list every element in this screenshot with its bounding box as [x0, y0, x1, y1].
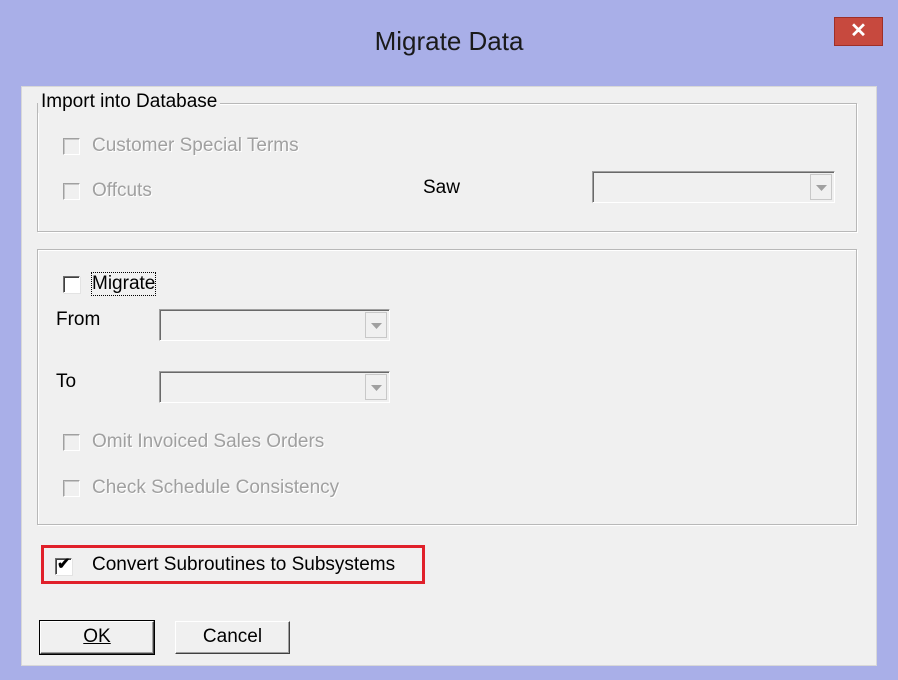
customer-special-terms-checkbox[interactable]: [63, 138, 80, 155]
to-label: To: [56, 371, 77, 392]
chevron-down-icon: [816, 185, 827, 191]
chevron-down-icon: [371, 385, 382, 391]
check-schedule-consistency-label: Check Schedule Consistency: [92, 477, 340, 498]
import-into-database-legend: Import into Database: [38, 91, 221, 113]
ok-button-label: OK: [83, 626, 111, 647]
customer-special-terms-label: Customer Special Terms: [92, 135, 299, 156]
omit-invoiced-sales-orders-checkbox[interactable]: [63, 434, 80, 451]
close-icon: ✕: [850, 20, 867, 42]
to-dropdown[interactable]: [159, 371, 390, 403]
import-into-database-group: [37, 103, 857, 232]
close-button[interactable]: ✕: [834, 17, 883, 46]
from-dropdown-arrow[interactable]: [365, 312, 387, 338]
migrate-checkbox[interactable]: [63, 276, 80, 293]
checkmark-icon: ✔: [57, 556, 71, 573]
title-bar[interactable]: Migrate Data ✕: [0, 0, 898, 86]
chevron-down-icon: [371, 323, 382, 329]
cancel-button-label: Cancel: [202, 626, 263, 647]
from-label: From: [56, 309, 101, 330]
dialog-client-area: Import into Database Customer Special Te…: [21, 86, 877, 666]
offcuts-label: Offcuts: [92, 180, 152, 201]
dialog-title: Migrate Data: [374, 26, 524, 56]
ok-button[interactable]: OK: [39, 620, 155, 655]
omit-invoiced-sales-orders-label: Omit Invoiced Sales Orders: [92, 431, 325, 452]
migrate-label[interactable]: Migrate: [90, 272, 157, 296]
saw-dropdown-arrow[interactable]: [810, 174, 832, 200]
saw-label: Saw: [423, 177, 460, 198]
check-schedule-consistency-checkbox[interactable]: [63, 480, 80, 497]
offcuts-checkbox[interactable]: [63, 183, 80, 200]
migrate-data-dialog: Migrate Data ✕ Import into Database Cust…: [0, 0, 898, 680]
convert-subroutines-checkbox[interactable]: ✔: [55, 556, 72, 575]
from-dropdown[interactable]: [159, 309, 390, 341]
saw-dropdown[interactable]: [592, 171, 835, 203]
convert-subroutines-label: Convert Subroutines to Subsystems: [92, 554, 396, 575]
cancel-button[interactable]: Cancel: [175, 621, 290, 654]
to-dropdown-arrow[interactable]: [365, 374, 387, 400]
